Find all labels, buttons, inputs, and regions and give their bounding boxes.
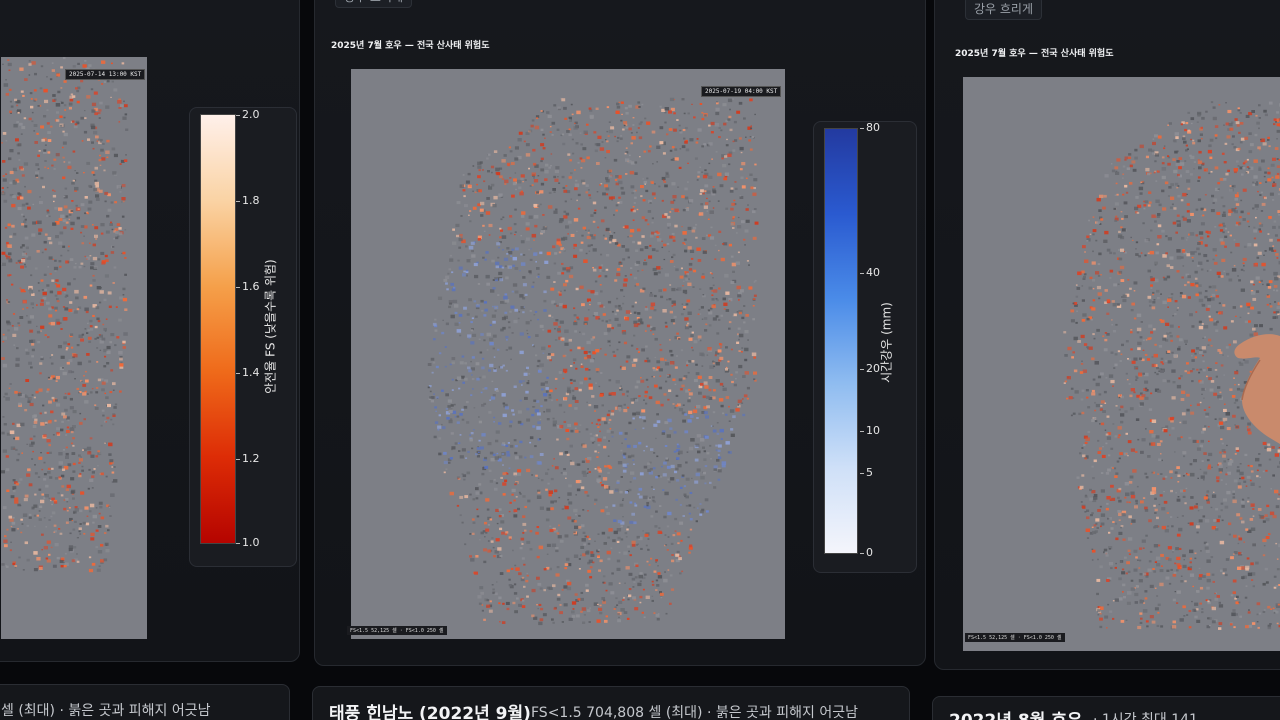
right-panel-tab[interactable]: 강우 흐리게 (965, 0, 1043, 20)
right-map-stats: FS<1.5 52,125 셀 · FS<1.0 250 셀 (965, 633, 1065, 642)
fs-tick-1-8: 1.8 (236, 194, 260, 207)
center-panel-tab[interactable]: 강우 흐리게 (335, 0, 413, 8)
rain-colorbar (824, 128, 858, 554)
left-colorbar-panel: 2.0 1.8 1.6 1.4 1.2 1.0 안전율 FS (낮을수록 위험) (189, 107, 297, 567)
left-panel: 2025-07-14 13:00 KST 2.0 1.8 1.6 1.4 1.2… (0, 0, 300, 662)
fs-tick-2-0: 2.0 (236, 108, 260, 121)
center-risk-map[interactable] (351, 69, 785, 639)
right-panel: 강우 흐리게 2025년 7월 호우 — 전국 산사태 위험도 FS<1.5 5… (934, 0, 1280, 670)
rain-tick-10: 10 (860, 424, 880, 437)
rain-tick-80: 80 (860, 121, 880, 134)
bottom-card-left[interactable]: 셀 (최대) · 붉은 곳과 피해지 어긋남 (0, 684, 290, 720)
right-panel-title: 2025년 7월 호우 — 전국 산사태 위험도 (955, 49, 1114, 59)
bottom-center-title: 태풍 힌남노 (2022년 9월) (329, 704, 531, 720)
fs-tick-1-0: 1.0 (236, 536, 260, 549)
fs-colorbar (200, 114, 236, 544)
bottom-right-desc: · 1시간 최대 141 (1093, 712, 1198, 720)
center-map-stats: FS<1.5 52,125 셀 · FS<1.0 250 셀 (347, 626, 447, 635)
bottom-card-center[interactable]: 태풍 힌남노 (2022년 9월) FS<1.5 704,808 셀 (최대) … (312, 686, 910, 720)
left-map-timestamp: 2025-07-14 13:00 KST (65, 69, 146, 80)
center-map-timestamp: 2025-07-19 04:00 KST (701, 86, 782, 97)
bottom-left-desc: 셀 (최대) · 붉은 곳과 피해지 어긋남 (1, 703, 211, 719)
rain-tick-40: 40 (860, 266, 880, 279)
fs-colorbar-label: 안전율 FS (낮을수록 위험) (263, 259, 278, 394)
rain-tick-0: 0 (860, 546, 873, 559)
center-panel: 강우 흐리게 2025년 7월 호우 — 전국 산사태 위험도 2025-07-… (314, 0, 926, 666)
center-colorbar-panel: 80 40 20 10 5 0 시간강우 (mm) (813, 121, 917, 573)
left-risk-map[interactable] (1, 57, 147, 639)
rain-tick-5: 5 (860, 466, 873, 479)
fs-tick-1-2: 1.2 (236, 452, 260, 465)
bottom-right-title: 2022년 8월 호우 (949, 706, 1083, 720)
rain-colorbar-label: 시간강우 (mm) (879, 302, 894, 383)
center-panel-title: 2025년 7월 호우 — 전국 산사태 위험도 (331, 41, 490, 51)
fs-tick-1-4: 1.4 (236, 366, 260, 379)
bottom-center-desc: FS<1.5 704,808 셀 (최대) · 붉은 곳과 피해지 어긋남 (531, 705, 858, 720)
presenter-hand (1234, 334, 1280, 444)
bottom-card-right[interactable]: 2022년 8월 호우 · 1시간 최대 141 (932, 696, 1280, 720)
fs-tick-1-6: 1.6 (236, 280, 260, 293)
